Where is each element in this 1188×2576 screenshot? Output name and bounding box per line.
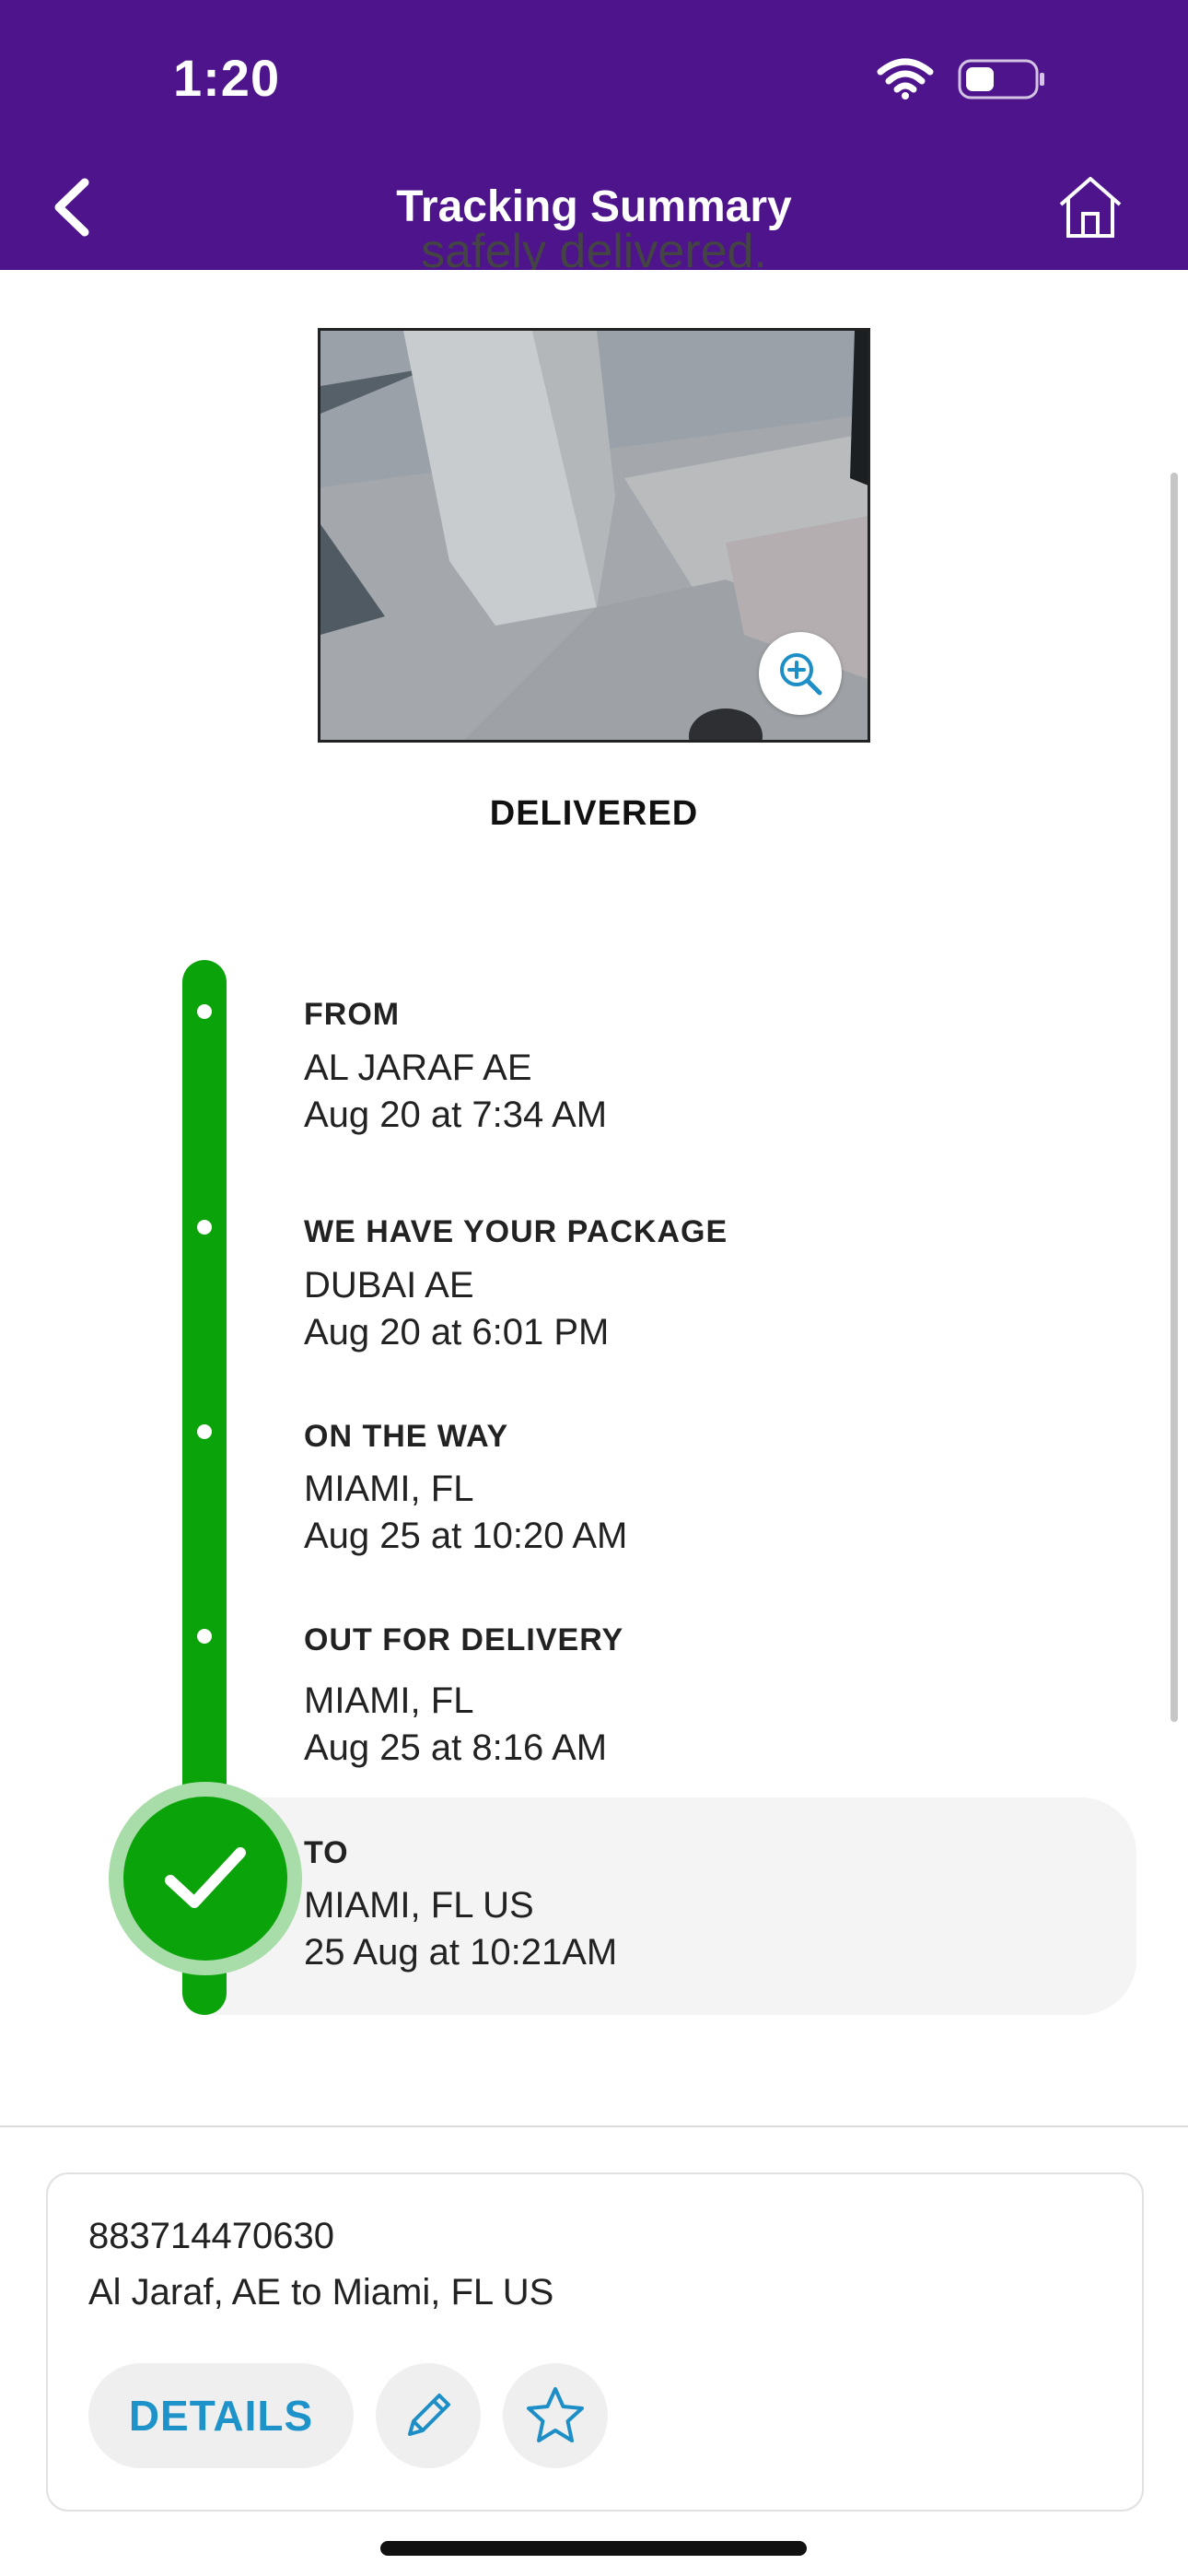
- event-time: Aug 20 at 7:34 AM: [304, 1095, 608, 1135]
- shipment-route: Al Jaraf, AE to Miami, FL US: [88, 2272, 554, 2313]
- zoom-photo-button[interactable]: [759, 632, 842, 715]
- event-title: FROM: [304, 997, 401, 1032]
- delivered-message-text: safely delivered.: [421, 225, 767, 270]
- home-indicator: [380, 2541, 807, 2556]
- event-location: AL JARAF AE: [304, 1048, 532, 1088]
- event-title: OUT FOR DELIVERY: [304, 1622, 624, 1657]
- details-button[interactable]: DETAILS: [88, 2363, 354, 2468]
- favorite-button[interactable]: [503, 2363, 608, 2468]
- event-title: TO: [304, 1835, 349, 1870]
- tracking-number: 883714470630: [88, 2216, 334, 2256]
- event-title: WE HAVE YOUR PACKAGE: [304, 1214, 728, 1249]
- check-icon: [165, 1847, 246, 1908]
- zoom-in-icon: [780, 653, 822, 696]
- event-location: DUBAI AE: [304, 1265, 474, 1306]
- pencil-icon: [408, 2394, 450, 2436]
- star-icon: [527, 2387, 584, 2442]
- event-location: MIAMI, FL: [304, 1680, 474, 1721]
- event-time: Aug 25 at 8:16 AM: [304, 1727, 608, 1768]
- delivered-check: [123, 1797, 287, 1961]
- battery-icon: [958, 59, 1044, 100]
- status-time: 1:20: [173, 49, 281, 107]
- timeline-dot: [197, 1424, 212, 1439]
- event-time: Aug 25 at 10:20 AM: [304, 1516, 628, 1556]
- timeline-dot: [197, 1220, 212, 1235]
- event-location: MIAMI, FL: [304, 1469, 474, 1509]
- event-title: ON THE WAY: [304, 1419, 509, 1454]
- wifi-icon: [877, 58, 934, 100]
- timeline-dot: [197, 1629, 212, 1644]
- timeline-dot: [197, 1004, 212, 1019]
- event-time: Aug 20 at 6:01 PM: [304, 1312, 610, 1352]
- delivery-status-label: DELIVERED: [489, 794, 699, 833]
- scrollbar[interactable]: [1171, 473, 1178, 1722]
- event-location: MIAMI, FL US: [304, 1885, 534, 1926]
- event-time: 25 Aug at 10:21AM: [304, 1932, 618, 1973]
- section-divider: [0, 2125, 1188, 2127]
- edit-button[interactable]: [376, 2363, 481, 2468]
